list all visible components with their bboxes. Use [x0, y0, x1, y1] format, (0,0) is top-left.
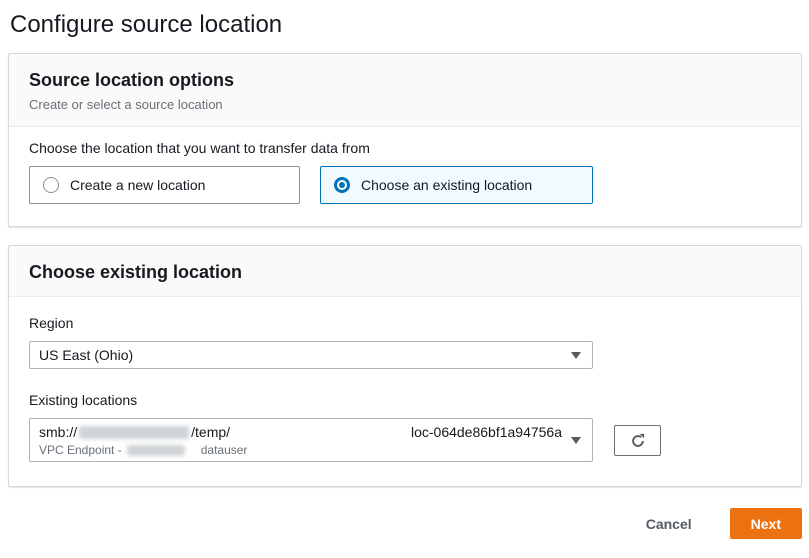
- region-select-value: US East (Ohio): [39, 347, 133, 363]
- location-user: datauser: [201, 443, 248, 458]
- source-options-card-header: Source location options Create or select…: [9, 54, 801, 127]
- existing-location-card-title: Choose existing location: [29, 261, 781, 283]
- location-secondary-line: VPC Endpoint - datauser: [39, 443, 562, 458]
- existing-locations-select[interactable]: smb:// /temp/ loc-064de86bf1a94756a VPC …: [29, 418, 593, 462]
- source-location-options-card: Source location options Create or select…: [8, 53, 802, 227]
- location-vpc-endpoint-label: VPC Endpoint -: [39, 443, 122, 458]
- region-label: Region: [29, 314, 781, 332]
- location-uri-suffix: /temp/: [191, 424, 230, 441]
- option-tile-create-new-location[interactable]: Create a new location: [29, 166, 300, 204]
- source-options-card-title: Source location options: [29, 69, 781, 91]
- radio-create-new-location[interactable]: [43, 177, 59, 193]
- chevron-down-icon: [571, 437, 581, 444]
- existing-locations-row: smb:// /temp/ loc-064de86bf1a94756a VPC …: [29, 418, 781, 462]
- refresh-icon: [630, 433, 646, 449]
- location-uri: smb:// /temp/: [39, 424, 230, 441]
- source-options-card-body: Choose the location that you want to tra…: [9, 127, 801, 226]
- existing-locations-label: Existing locations: [29, 391, 781, 409]
- source-options-card-description: Create or select a source location: [29, 97, 781, 113]
- refresh-locations-button[interactable]: [614, 425, 661, 456]
- option-tile-choose-existing-location[interactable]: Choose an existing location: [320, 166, 593, 204]
- location-primary-line: smb:// /temp/ loc-064de86bf1a94756a: [39, 424, 562, 441]
- chevron-down-icon: [571, 352, 581, 359]
- transfer-from-question-label: Choose the location that you want to tra…: [29, 139, 781, 157]
- radio-choose-existing-location[interactable]: [334, 177, 350, 193]
- redacted-vpc-endpoint: [127, 445, 185, 456]
- page-title: Configure source location: [10, 9, 809, 41]
- region-select[interactable]: US East (Ohio): [29, 341, 593, 369]
- wizard-footer: Cancel Next: [0, 508, 809, 539]
- option-label-choose-existing: Choose an existing location: [361, 177, 532, 193]
- location-option-tiles: Create a new location Choose an existing…: [29, 166, 781, 204]
- redacted-hostname: [79, 426, 189, 439]
- cancel-button[interactable]: Cancel: [646, 516, 692, 532]
- existing-location-card-body: Region US East (Ohio) Existing locations…: [9, 297, 801, 486]
- option-label-create-new: Create a new location: [70, 177, 205, 193]
- location-uri-prefix: smb://: [39, 424, 77, 441]
- existing-location-card-header: Choose existing location: [9, 246, 801, 297]
- choose-existing-location-card: Choose existing location Region US East …: [8, 245, 802, 487]
- location-id: loc-064de86bf1a94756a: [411, 424, 562, 441]
- next-button[interactable]: Next: [730, 508, 802, 539]
